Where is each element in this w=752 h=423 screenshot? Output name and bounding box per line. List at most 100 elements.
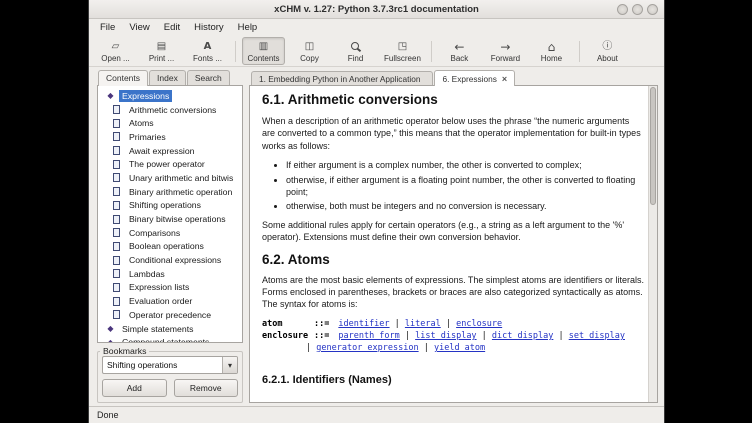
tree-item[interactable]: Atoms <box>98 116 242 130</box>
sidebar-tab[interactable]: Search <box>187 70 230 86</box>
bookmarks-title: Bookmarks <box>100 346 149 356</box>
tree-item[interactable]: Comparisons <box>98 226 242 240</box>
content-tab-label: 1. Embedding Python in Another Applicati… <box>259 74 420 84</box>
tree-item[interactable]: Binary bitwise operations <box>98 212 242 226</box>
copy-icon <box>303 41 317 53</box>
chevron-down-icon[interactable] <box>222 357 237 373</box>
grammar-link-enclosure[interactable]: enclosure <box>456 319 502 329</box>
print-icon <box>155 41 169 53</box>
titlebar[interactable]: xCHM v. 1.27: Python 3.7.3rc1 documentat… <box>89 0 664 19</box>
open-book-icon <box>106 91 115 101</box>
minimize-button[interactable] <box>617 4 628 15</box>
close-button[interactable] <box>647 4 658 15</box>
toolbar-button[interactable]: Copy <box>288 37 331 65</box>
page-icon <box>113 215 120 224</box>
tree-item[interactable]: Primaries <box>98 130 242 144</box>
add-bookmark-button[interactable]: Add <box>102 379 167 397</box>
tree-item[interactable]: Expression lists <box>98 281 242 295</box>
grammar-link-literal[interactable]: literal <box>405 319 441 329</box>
tree-item[interactable]: Boolean operations <box>98 240 242 254</box>
tree-item[interactable]: Expressions <box>98 89 242 103</box>
toolbar-button-label: Home <box>541 54 562 63</box>
grammar-operator: ::= <box>314 331 329 341</box>
tree-item-label: Expression lists <box>126 281 192 293</box>
sidebar-tab[interactable]: Contents <box>98 70 148 86</box>
grammar-link-dict-display[interactable]: dict_display <box>492 331 553 341</box>
toolbar-button[interactable] <box>431 41 432 62</box>
bookmark-buttons: Add Remove <box>102 379 238 397</box>
toolbar-button[interactable]: Contents <box>242 37 285 65</box>
bullet-item: If either argument is a complex number, … <box>286 159 642 171</box>
grammar-link-identifier[interactable]: identifier <box>338 319 389 329</box>
toolbar-button[interactable]: Find <box>334 37 377 65</box>
toolbar-button[interactable]: Print ... <box>140 37 183 65</box>
toolbar-button[interactable]: Fonts ... <box>186 37 229 65</box>
grammar-link-yield-atom[interactable]: yield_atom <box>434 343 485 353</box>
tree-item[interactable]: Unary arithmetic and bitwis <box>98 171 242 185</box>
grammar-separator: | <box>390 319 405 329</box>
tree-item[interactable]: Compound statements <box>98 335 242 343</box>
toolbar-button[interactable]: Fullscreen <box>380 37 425 65</box>
grammar-link-generator-expression[interactable]: generator_expression <box>316 343 418 353</box>
fonts-icon <box>201 41 215 53</box>
bookmark-combobox[interactable]: Shifting operations <box>102 356 238 374</box>
tree-item[interactable]: Evaluation order <box>98 294 242 308</box>
page-icon <box>113 269 120 278</box>
content-tab[interactable]: 1. Embedding Python in Another Applicati… <box>251 71 433 86</box>
tree-item-label: Conditional expressions <box>126 254 224 266</box>
content-tab[interactable]: 6. Expressions × <box>434 70 515 86</box>
menu-item[interactable]: View <box>122 20 156 35</box>
scrollbar-thumb[interactable] <box>650 87 656 205</box>
tree-item-label: The power operator <box>126 158 208 170</box>
page-icon <box>113 160 120 169</box>
toolbar-button[interactable]: Forward <box>484 37 527 65</box>
tree-item[interactable]: The power operator <box>98 157 242 171</box>
toolbar-button-label: Back <box>451 54 469 63</box>
grammar-line-continuation: | generator_expression | yield_atom <box>262 342 644 354</box>
page-icon <box>113 228 120 237</box>
tree-item[interactable]: Shifting operations <box>98 199 242 213</box>
sidebar-tab[interactable]: Index <box>149 70 186 86</box>
statusbar: Done <box>89 406 664 423</box>
tree-item[interactable]: Await expression <box>98 144 242 158</box>
menu-item[interactable]: File <box>93 20 122 35</box>
maximize-button[interactable] <box>632 4 643 15</box>
toolbar-button[interactable]: Home <box>530 37 573 65</box>
tree-item[interactable]: Operator precedence <box>98 308 242 322</box>
toolbar-button[interactable] <box>235 41 236 62</box>
tree-item[interactable]: Conditional expressions <box>98 253 242 267</box>
page-icon <box>113 310 120 319</box>
tree-item[interactable]: Arithmetic conversions <box>98 103 242 117</box>
tree-list: Expressions Arithmetic conversions Atoms… <box>98 86 242 343</box>
toolbar-button[interactable] <box>579 41 580 62</box>
toolbar-button[interactable]: Back <box>438 37 481 65</box>
page-icon <box>113 173 120 182</box>
tree-item-label: Atoms <box>126 117 157 129</box>
page-icon <box>113 297 120 306</box>
menu-item[interactable]: History <box>187 20 231 35</box>
grammar-separator: | <box>419 343 434 353</box>
menu-item[interactable]: Help <box>231 20 265 35</box>
status-text: Done <box>97 410 119 420</box>
find-icon <box>349 41 363 53</box>
tree-item[interactable]: Simple statements <box>98 322 242 336</box>
content-tabs: 1. Embedding Python in Another Applicati… <box>249 70 658 86</box>
tree-item[interactable]: Binary arithmetic operation <box>98 185 242 199</box>
tab-close-icon[interactable]: × <box>502 74 507 84</box>
toolbar-button-label: Forward <box>491 54 520 63</box>
tree-item[interactable]: Lambdas <box>98 267 242 281</box>
grammar-link-parenth-form[interactable]: parenth_form <box>338 331 399 341</box>
content-scrollbar[interactable] <box>648 86 657 402</box>
page-icon <box>113 283 120 292</box>
grammar-link-list-display[interactable]: list_display <box>415 331 476 341</box>
paragraph-conversions: When a description of an arithmetic oper… <box>262 115 644 152</box>
grammar-line-atom: atom::=identifier | literal | enclosure <box>262 318 644 330</box>
grammar-link-set-display[interactable]: set_display <box>569 331 625 341</box>
menu-item[interactable]: Edit <box>157 20 187 35</box>
tree-item-label: Shifting operations <box>126 199 204 211</box>
back-icon <box>452 41 466 53</box>
toolbar-button[interactable]: About <box>586 37 629 65</box>
bookmark-selected-value: Shifting operations <box>103 360 222 370</box>
toolbar-button[interactable]: Open ... <box>94 37 137 65</box>
remove-bookmark-button[interactable]: Remove <box>174 379 239 397</box>
